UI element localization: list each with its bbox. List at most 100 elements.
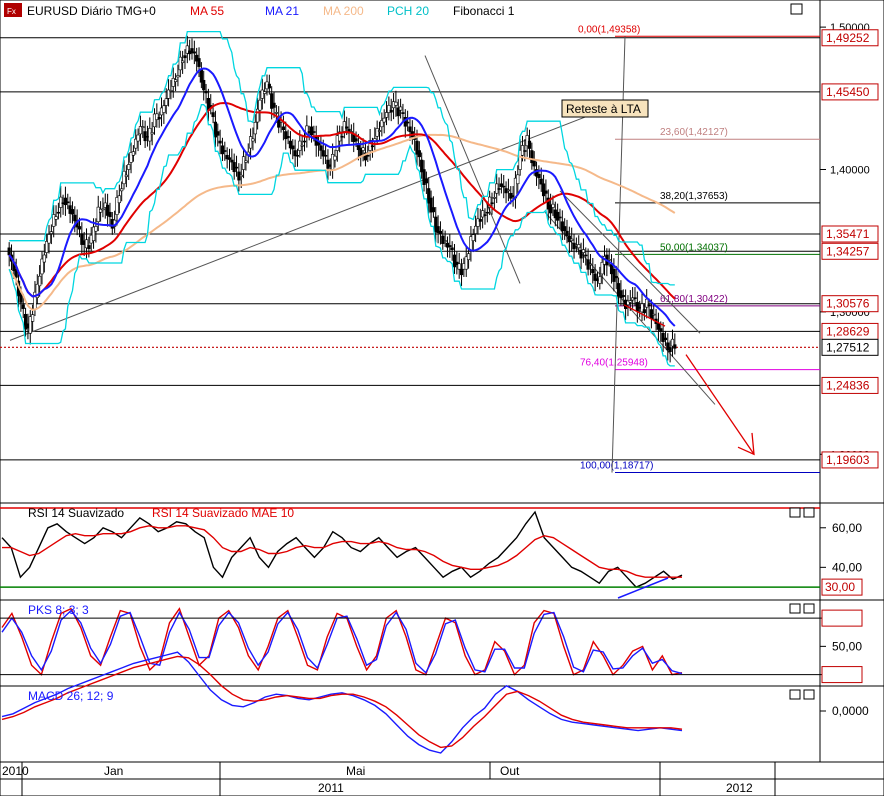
candle xyxy=(295,154,300,157)
candle xyxy=(157,116,161,120)
candle xyxy=(450,247,454,250)
candle xyxy=(31,314,35,322)
candle xyxy=(598,276,602,284)
candle xyxy=(220,145,225,155)
candle xyxy=(384,112,389,118)
candle xyxy=(354,138,358,142)
candle xyxy=(141,126,145,128)
symbol-title[interactable]: EURUSD Diário TMG+0 xyxy=(27,4,156,18)
candle xyxy=(164,98,168,106)
candle xyxy=(176,75,180,78)
candle xyxy=(302,140,307,143)
candle xyxy=(492,197,496,199)
candle xyxy=(424,178,428,184)
svg-text:Fx: Fx xyxy=(7,7,16,16)
candle xyxy=(216,131,220,136)
sr-level-label: 1,35471 xyxy=(826,227,870,241)
candle xyxy=(312,131,316,133)
sr-level-label: 1,49252 xyxy=(826,31,870,45)
candle xyxy=(197,58,201,67)
candle xyxy=(124,174,128,177)
year-label: 2011 xyxy=(318,781,344,795)
candle xyxy=(471,234,475,242)
candle xyxy=(309,126,314,136)
close-icon[interactable] xyxy=(803,603,815,614)
legend-ma55[interactable]: MA 55 xyxy=(190,4,224,18)
candle xyxy=(234,166,239,169)
sr-level-label: 1,34257 xyxy=(826,244,870,258)
close-icon[interactable] xyxy=(803,689,815,700)
legend-ma21[interactable]: MA 21 xyxy=(265,4,299,18)
candle xyxy=(239,174,243,177)
maximize-icon[interactable] xyxy=(790,3,803,15)
osc-tick-label: 0,0000 xyxy=(832,704,869,718)
candle xyxy=(457,263,461,270)
minimize-icon[interactable] xyxy=(789,603,801,614)
candle xyxy=(673,344,677,349)
candle xyxy=(647,304,651,307)
osc-tick-label: 40,00 xyxy=(832,560,862,574)
candle xyxy=(150,132,154,135)
legend-pch20[interactable]: PCH 20 xyxy=(387,4,429,18)
candle xyxy=(70,209,75,215)
candle xyxy=(333,155,337,161)
minimize-icon[interactable] xyxy=(789,507,801,518)
candle xyxy=(42,254,46,263)
candle xyxy=(591,268,595,274)
sr-level-label: 1,28629 xyxy=(826,324,870,338)
stoch-title[interactable]: PKS 8; 3; 3 xyxy=(28,603,89,617)
candle xyxy=(366,154,370,157)
annotation-reteste: Reteste à LTA xyxy=(561,99,649,118)
candle xyxy=(204,90,208,94)
macd-title[interactable]: MACD 26; 12; 9 xyxy=(28,689,114,703)
month-label: Mai xyxy=(346,764,365,778)
annotation-text: Reteste à LTA xyxy=(566,102,641,116)
macd-axis xyxy=(819,685,884,763)
sr-level-label: 1,27512 xyxy=(826,340,870,354)
candle xyxy=(148,128,152,142)
candle xyxy=(668,347,672,352)
candle xyxy=(544,190,548,194)
candle xyxy=(127,164,131,170)
candle xyxy=(466,253,471,260)
candle xyxy=(56,211,60,214)
candle xyxy=(483,214,487,216)
fibonacci-label: 23,60(1,42127) xyxy=(660,127,728,138)
candle xyxy=(7,247,11,256)
rsi-ma-title[interactable]: RSI 14 Suavizado MAE 10 xyxy=(152,506,294,520)
minimize-icon[interactable] xyxy=(789,689,801,700)
legend-fibonacci[interactable]: Fibonacci 1 xyxy=(453,4,515,18)
candle xyxy=(652,313,656,316)
sr-level-label: 1,19603 xyxy=(826,453,870,467)
candle xyxy=(267,83,271,89)
close-icon[interactable] xyxy=(803,507,815,518)
candle xyxy=(218,140,222,144)
candle xyxy=(345,126,349,129)
candle xyxy=(394,101,398,106)
candle xyxy=(227,157,232,160)
sr-level-label: 1,24836 xyxy=(826,378,870,392)
candle xyxy=(563,226,567,232)
candle xyxy=(173,79,178,83)
macd-panel xyxy=(0,685,821,763)
candle xyxy=(319,145,323,151)
candle xyxy=(443,240,447,242)
candle xyxy=(260,89,264,99)
candle xyxy=(551,203,555,208)
candle xyxy=(642,309,646,314)
candle xyxy=(361,147,365,151)
candle xyxy=(584,254,588,257)
candle xyxy=(565,230,569,236)
candle xyxy=(38,275,42,287)
stoch-level-box xyxy=(821,666,863,684)
candle xyxy=(326,159,330,169)
legend-ma200[interactable]: MA 200 xyxy=(323,4,364,18)
candle xyxy=(77,226,82,230)
candle xyxy=(473,225,478,234)
candle xyxy=(621,294,625,298)
candle xyxy=(136,134,140,142)
rsi-title[interactable]: RSI 14 Suavizado xyxy=(28,506,124,520)
candle xyxy=(122,170,126,185)
candle xyxy=(516,174,520,185)
month-label: Jan xyxy=(104,764,123,778)
